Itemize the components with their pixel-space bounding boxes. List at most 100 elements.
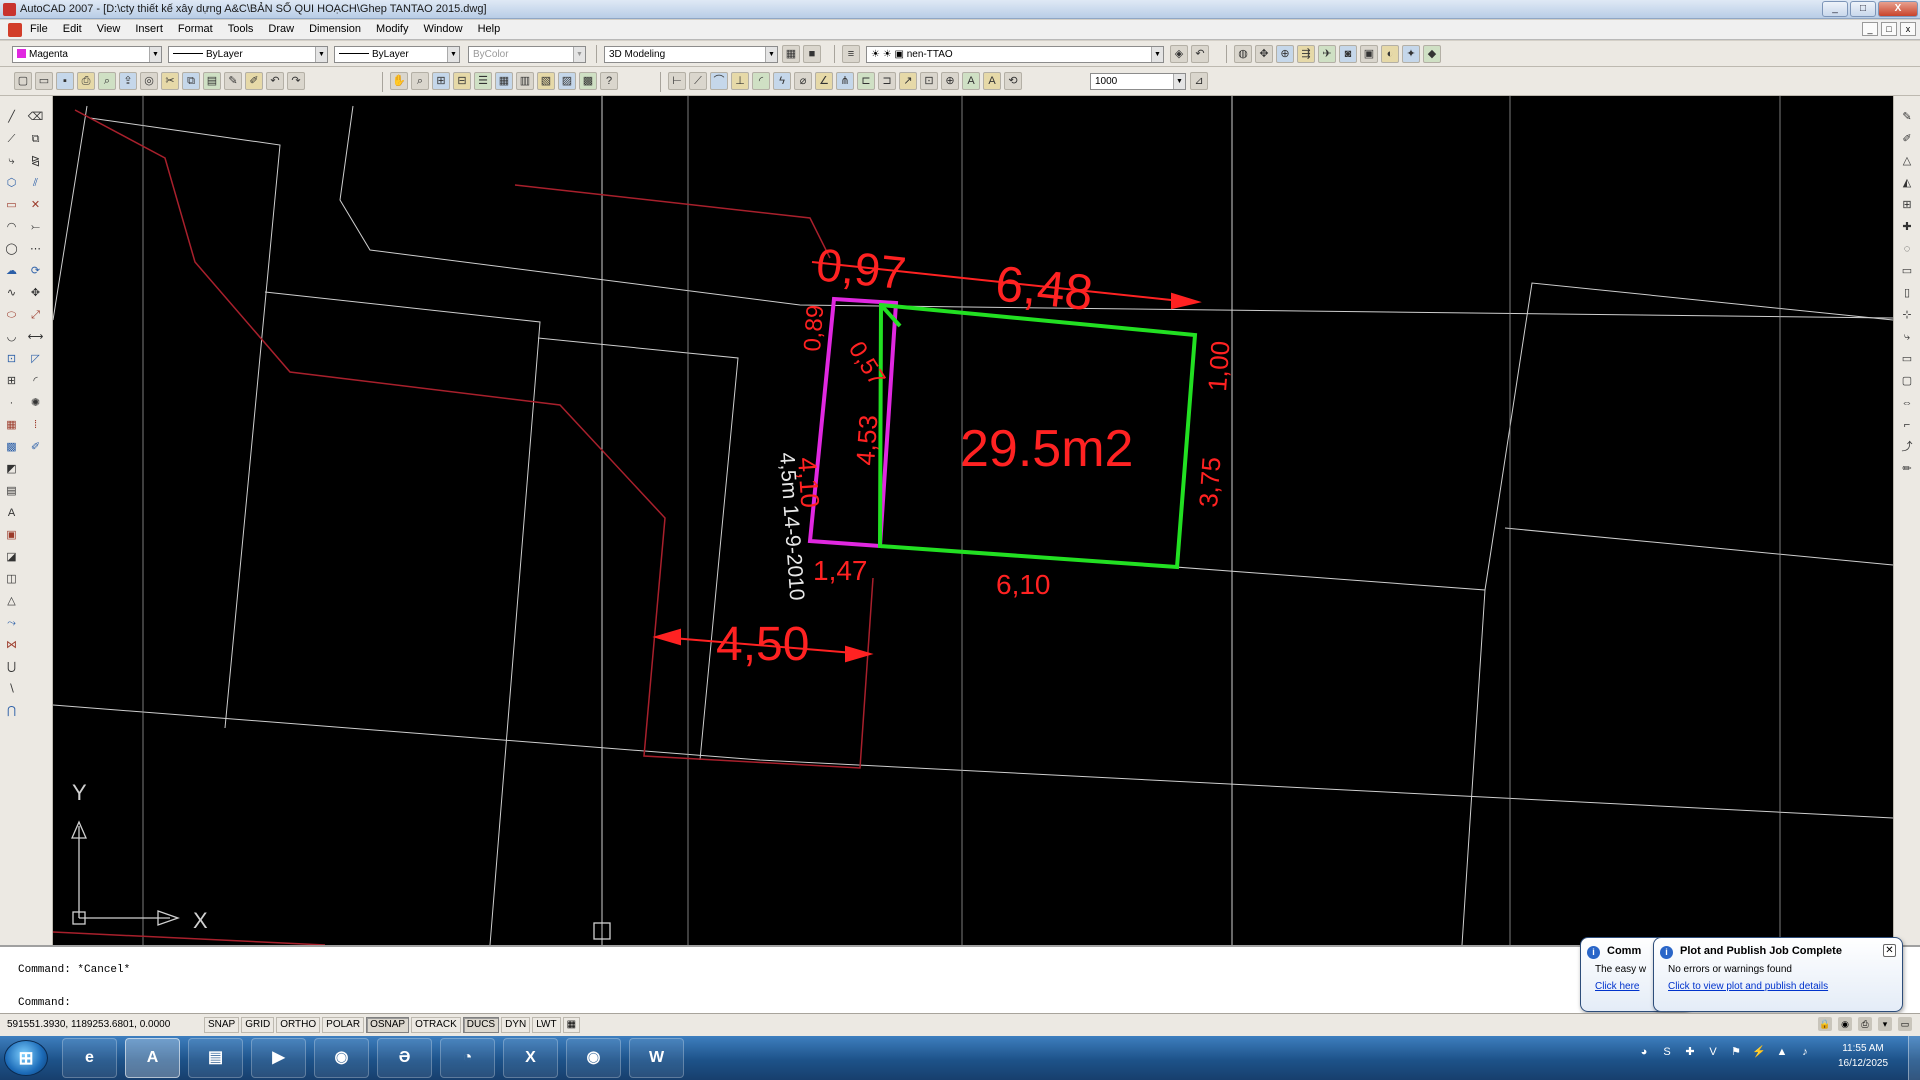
paint-icon[interactable]: ◔ <box>440 1038 495 1078</box>
3d-fly-icon[interactable]: ✈ <box>1318 45 1336 63</box>
quick-dimension-icon[interactable]: ⋔ <box>836 72 854 90</box>
document-icon[interactable] <box>8 23 22 37</box>
explorer-icon[interactable]: ▤ <box>188 1038 243 1078</box>
3d-walk-icon[interactable]: ⇶ <box>1297 45 1315 63</box>
zoom-window-icon[interactable]: ⊞ <box>432 72 450 90</box>
plot-preview-icon[interactable]: ⌕ <box>98 72 116 90</box>
publish-icon[interactable]: ⇪ <box>119 72 137 90</box>
polar-toggle[interactable]: POLAR <box>322 1017 365 1033</box>
subtract-icon[interactable]: ∖ <box>3 680 20 698</box>
maximize-button[interactable]: □ <box>1850 1 1876 17</box>
render-icon[interactable]: ▣ <box>1360 45 1378 63</box>
antivirus-icon[interactable]: ✚ <box>1682 1044 1698 1060</box>
grid-toggle[interactable]: GRID <box>241 1017 275 1033</box>
spline-icon[interactable]: ∿ <box>3 284 20 302</box>
otrack-toggle[interactable]: OTRACK <box>411 1017 461 1033</box>
workspace-settings-icon[interactable]: ▦ <box>782 45 800 63</box>
ortho-toggle[interactable]: ORTHO <box>276 1017 321 1033</box>
model-space-icon[interactable]: ▦ <box>562 1017 581 1033</box>
menu-arrow-icon[interactable]: ▾ <box>1878 1017 1892 1031</box>
lock-icon[interactable]: 🔒 <box>1818 1017 1832 1031</box>
volume-icon[interactable]: ♪ <box>1797 1044 1813 1060</box>
save-icon[interactable]: ▪ <box>56 72 74 90</box>
chevron-down-icon[interactable]: ▼ <box>1173 74 1185 89</box>
draw-order-icon[interactable]: ✎ <box>1898 108 1916 126</box>
menu-modify[interactable]: Modify <box>376 23 408 35</box>
chrome-icon[interactable]: ◉ <box>566 1038 621 1078</box>
solid-editing-icon[interactable]: ◭ <box>1898 174 1916 192</box>
view-icon[interactable]: ▣ <box>3 526 20 544</box>
polyline-icon[interactable]: ⤷ <box>3 152 20 170</box>
balloon-link[interactable]: Click here <box>1595 981 1639 992</box>
make-block-icon[interactable]: ⊞ <box>3 372 20 390</box>
break-icon[interactable]: ⋯ <box>27 240 44 258</box>
tool-palettes-icon[interactable]: ▥ <box>516 72 534 90</box>
autocad-logo-icon[interactable] <box>3 3 16 16</box>
minimize-button[interactable]: _ <box>1822 1 1848 17</box>
3d-dwf-icon[interactable]: ◎ <box>140 72 158 90</box>
layer-previous-icon[interactable]: ↶ <box>1191 45 1209 63</box>
linetype-dropdown[interactable]: ByLayer ▼ <box>168 46 328 63</box>
3d-zoom-icon[interactable]: ⊕ <box>1276 45 1294 63</box>
copy-icon[interactable]: ⧉ <box>182 72 200 90</box>
dimension-text-edit-icon[interactable]: A <box>983 72 1001 90</box>
menu-edit[interactable]: Edit <box>63 23 82 35</box>
properties-icon[interactable]: ☰ <box>474 72 492 90</box>
doc-minimize-button[interactable]: _ <box>1862 22 1878 36</box>
fillet-icon[interactable]: ◜ <box>27 372 44 390</box>
close-icon[interactable]: ✕ <box>1883 944 1896 957</box>
workspace-dropdown[interactable]: 3D Modeling ▼ <box>604 46 778 63</box>
menu-draw[interactable]: Draw <box>268 23 294 35</box>
undo-icon[interactable]: ↶ <box>266 72 284 90</box>
redo-icon[interactable]: ↷ <box>287 72 305 90</box>
plot-status-icon[interactable]: ⎙ <box>1858 1017 1872 1031</box>
move-icon[interactable]: ✥ <box>27 284 44 302</box>
menu-format[interactable]: Format <box>178 23 213 35</box>
camera-icon[interactable]: ◙ <box>1339 45 1357 63</box>
layer-dropdown[interactable]: ☀ ☀ ▣ nen-TTAO ▼ <box>866 46 1164 63</box>
union-icon[interactable]: ⋃ <box>3 658 20 676</box>
menu-view[interactable]: View <box>97 23 121 35</box>
dimension-update-icon[interactable]: ⟲ <box>1004 72 1022 90</box>
polyline-edit-icon[interactable]: ⤷ <box>1898 328 1916 346</box>
gradient-icon[interactable]: ▩ <box>3 438 20 456</box>
menu-insert[interactable]: Insert <box>135 23 163 35</box>
power-icon[interactable]: ⚡ <box>1751 1044 1767 1060</box>
3d-pan-icon[interactable]: ✥ <box>1255 45 1273 63</box>
skype-icon[interactable]: S <box>1659 1044 1675 1060</box>
make-object-layer-current-icon[interactable]: ◈ <box>1170 45 1188 63</box>
clean-screen-icon[interactable]: ▭ <box>1898 1017 1912 1031</box>
color-dropdown[interactable]: Magenta ▼ <box>12 46 162 63</box>
chevron-down-icon[interactable]: ▼ <box>1151 47 1163 62</box>
dimension-style-icon[interactable]: ⊿ <box>1190 72 1208 90</box>
visual-style-icon[interactable]: ◆ <box>1423 45 1441 63</box>
continue-icon[interactable]: ⊐ <box>878 72 896 90</box>
leader-icon[interactable]: ↗ <box>899 72 917 90</box>
taskbar-clock[interactable]: 11:55 AM 16/12/2025 <box>1832 1041 1894 1071</box>
doc-icon[interactable]: ▯ <box>1898 284 1916 302</box>
corner-icon[interactable]: ⌐ <box>1898 416 1916 434</box>
zoom-previous-icon[interactable]: ⊟ <box>453 72 471 90</box>
chrome-icon[interactable]: ◉ <box>314 1038 369 1078</box>
chevron-down-icon[interactable]: ▼ <box>765 47 777 62</box>
construction-line-icon[interactable]: ⟋ <box>3 130 20 148</box>
revision-cloud-icon[interactable]: ☁ <box>3 262 20 280</box>
center-mark-icon[interactable]: ⊕ <box>941 72 959 90</box>
show-desktop-button[interactable] <box>1908 1036 1920 1080</box>
snap-icon[interactable]: ⊹ <box>1898 306 1916 324</box>
layout-icon[interactable]: ▭ <box>1898 262 1916 280</box>
line-icon[interactable]: ╱ <box>3 108 20 126</box>
paste-icon[interactable]: ▤ <box>203 72 221 90</box>
dyn-toggle[interactable]: DYN <box>501 1017 531 1033</box>
grid-icon[interactable]: ⊞ <box>1898 196 1916 214</box>
command-prompt[interactable]: Command: <box>18 997 71 1009</box>
chevron-down-icon[interactable]: ▼ <box>447 47 459 62</box>
region-icon[interactable]: ◩ <box>3 460 20 478</box>
diameter-icon[interactable]: ⌀ <box>794 72 812 90</box>
print-icon[interactable]: ⎙ <box>77 72 95 90</box>
flag-icon[interactable]: ⚑ <box>1728 1044 1744 1060</box>
orbit-icon[interactable]: ◌ <box>1898 240 1916 258</box>
plot-publish-balloon[interactable]: i Plot and Publish Job Complete ✕ No err… <box>1653 937 1903 1012</box>
aligned-dimension-icon[interactable]: ⟋ <box>689 72 707 90</box>
doc-restore-button[interactable]: □ <box>1881 22 1897 36</box>
